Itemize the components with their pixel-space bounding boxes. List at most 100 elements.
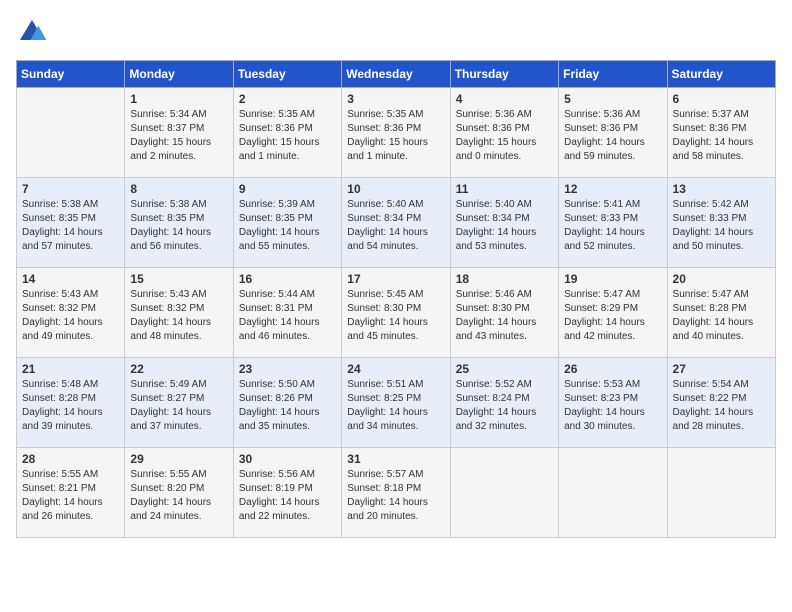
calendar-week-row: 21Sunrise: 5:48 AMSunset: 8:28 PMDayligh… xyxy=(17,358,776,448)
page-header xyxy=(16,16,776,48)
column-header-tuesday: Tuesday xyxy=(233,61,341,88)
cell-content: Sunrise: 5:49 AMSunset: 8:27 PMDaylight:… xyxy=(130,378,227,434)
cell-content: Sunrise: 5:35 AMSunset: 8:36 PMDaylight:… xyxy=(239,108,336,164)
cell-content: Sunrise: 5:57 AMSunset: 8:18 PMDaylight:… xyxy=(347,468,444,524)
column-header-friday: Friday xyxy=(559,61,667,88)
day-number: 11 xyxy=(456,182,553,196)
day-number: 19 xyxy=(564,272,661,286)
cell-content: Sunrise: 5:40 AMSunset: 8:34 PMDaylight:… xyxy=(347,198,444,254)
calendar-cell: 18 Sunrise: 5:46 AMSunset: 8:30 PMDayligh… xyxy=(450,268,558,358)
calendar-week-row: 28 Sunrise: 5:55 AMSunset: 8:21 PMDayligh… xyxy=(17,448,776,538)
column-header-monday: Monday xyxy=(125,61,233,88)
column-header-thursday: Thursday xyxy=(450,61,558,88)
calendar-cell: 21Sunrise: 5:48 AMSunset: 8:28 PMDayligh… xyxy=(17,358,125,448)
cell-content: Sunrise: 5:46 AMSunset: 8:30 PMDaylight:… xyxy=(456,288,553,344)
day-number: 14 xyxy=(22,272,119,286)
calendar-cell: 8 Sunrise: 5:38 AMSunset: 8:35 PMDaylight… xyxy=(125,178,233,268)
calendar-cell: 10 Sunrise: 5:40 AMSunset: 8:34 PMDayligh… xyxy=(342,178,450,268)
calendar-cell: 27 Sunrise: 5:54 AMSunset: 8:22 PMDayligh… xyxy=(667,358,775,448)
cell-content: Sunrise: 5:54 AMSunset: 8:22 PMDaylight:… xyxy=(673,378,770,434)
day-number: 28 xyxy=(22,452,119,466)
cell-content: Sunrise: 5:38 AMSunset: 8:35 PMDaylight:… xyxy=(22,198,119,254)
logo xyxy=(16,16,54,48)
day-number: 24 xyxy=(347,362,444,376)
cell-content: Sunrise: 5:52 AMSunset: 8:24 PMDaylight:… xyxy=(456,378,553,434)
cell-content: Sunrise: 5:40 AMSunset: 8:34 PMDaylight:… xyxy=(456,198,553,254)
calendar-cell: 4 Sunrise: 5:36 AMSunset: 8:36 PMDaylight… xyxy=(450,88,558,178)
cell-content: Sunrise: 5:53 AMSunset: 8:23 PMDaylight:… xyxy=(564,378,661,434)
calendar-header-row: SundayMondayTuesdayWednesdayThursdayFrid… xyxy=(17,61,776,88)
day-number: 1 xyxy=(130,92,227,106)
cell-content: Sunrise: 5:38 AMSunset: 8:35 PMDaylight:… xyxy=(130,198,227,254)
day-number: 16 xyxy=(239,272,336,286)
day-number: 30 xyxy=(239,452,336,466)
logo-icon xyxy=(16,16,48,48)
day-number: 29 xyxy=(130,452,227,466)
cell-content: Sunrise: 5:42 AMSunset: 8:33 PMDaylight:… xyxy=(673,198,770,254)
cell-content: Sunrise: 5:36 AMSunset: 8:36 PMDaylight:… xyxy=(456,108,553,164)
calendar-cell: 30 Sunrise: 5:56 AMSunset: 8:19 PMDayligh… xyxy=(233,448,341,538)
day-number: 26 xyxy=(564,362,661,376)
calendar-cell: 12 Sunrise: 5:41 AMSunset: 8:33 PMDayligh… xyxy=(559,178,667,268)
column-header-sunday: Sunday xyxy=(17,61,125,88)
calendar-cell: 26 Sunrise: 5:53 AMSunset: 8:23 PMDayligh… xyxy=(559,358,667,448)
calendar-cell: 7 Sunrise: 5:38 AMSunset: 8:35 PMDaylight… xyxy=(17,178,125,268)
calendar-cell: 31 Sunrise: 5:57 AMSunset: 8:18 PMDayligh… xyxy=(342,448,450,538)
calendar-cell: 16 Sunrise: 5:44 AMSunset: 8:31 PMDayligh… xyxy=(233,268,341,358)
cell-content: Sunrise: 5:43 AMSunset: 8:32 PMDaylight:… xyxy=(22,288,119,344)
calendar-cell: 25 Sunrise: 5:52 AMSunset: 8:24 PMDayligh… xyxy=(450,358,558,448)
cell-content: Sunrise: 5:35 AMSunset: 8:36 PMDaylight:… xyxy=(347,108,444,164)
calendar-cell: 11 Sunrise: 5:40 AMSunset: 8:34 PMDayligh… xyxy=(450,178,558,268)
cell-content: Sunrise: 5:45 AMSunset: 8:30 PMDaylight:… xyxy=(347,288,444,344)
day-number: 8 xyxy=(130,182,227,196)
day-number: 10 xyxy=(347,182,444,196)
cell-content: Sunrise: 5:56 AMSunset: 8:19 PMDaylight:… xyxy=(239,468,336,524)
cell-content: Sunrise: 5:41 AMSunset: 8:33 PMDaylight:… xyxy=(564,198,661,254)
calendar-cell: 28 Sunrise: 5:55 AMSunset: 8:21 PMDayligh… xyxy=(17,448,125,538)
cell-content: Sunrise: 5:55 AMSunset: 8:21 PMDaylight:… xyxy=(22,468,119,524)
day-number: 31 xyxy=(347,452,444,466)
day-number: 22 xyxy=(130,362,227,376)
day-number: 21 xyxy=(22,362,119,376)
calendar-cell: 3 Sunrise: 5:35 AMSunset: 8:36 PMDaylight… xyxy=(342,88,450,178)
calendar-cell: 2Sunrise: 5:35 AMSunset: 8:36 PMDaylight… xyxy=(233,88,341,178)
day-number: 17 xyxy=(347,272,444,286)
calendar-cell: 19 Sunrise: 5:47 AMSunset: 8:29 PMDayligh… xyxy=(559,268,667,358)
calendar-cell: 5Sunrise: 5:36 AMSunset: 8:36 PMDaylight… xyxy=(559,88,667,178)
calendar-cell xyxy=(559,448,667,538)
cell-content: Sunrise: 5:36 AMSunset: 8:36 PMDaylight:… xyxy=(564,108,661,164)
calendar-cell: 24Sunrise: 5:51 AMSunset: 8:25 PMDayligh… xyxy=(342,358,450,448)
column-header-saturday: Saturday xyxy=(667,61,775,88)
calendar-cell: 15Sunrise: 5:43 AMSunset: 8:32 PMDayligh… xyxy=(125,268,233,358)
day-number: 12 xyxy=(564,182,661,196)
day-number: 25 xyxy=(456,362,553,376)
day-number: 3 xyxy=(347,92,444,106)
calendar-week-row: 7 Sunrise: 5:38 AMSunset: 8:35 PMDaylight… xyxy=(17,178,776,268)
cell-content: Sunrise: 5:47 AMSunset: 8:29 PMDaylight:… xyxy=(564,288,661,344)
calendar-cell: 6 Sunrise: 5:37 AMSunset: 8:36 PMDaylight… xyxy=(667,88,775,178)
calendar-cell: 13 Sunrise: 5:42 AMSunset: 8:33 PMDayligh… xyxy=(667,178,775,268)
cell-content: Sunrise: 5:50 AMSunset: 8:26 PMDaylight:… xyxy=(239,378,336,434)
cell-content: Sunrise: 5:39 AMSunset: 8:35 PMDaylight:… xyxy=(239,198,336,254)
calendar-cell: 9Sunrise: 5:39 AMSunset: 8:35 PMDaylight… xyxy=(233,178,341,268)
calendar-week-row: 1 Sunrise: 5:34 AMSunset: 8:37 PMDaylight… xyxy=(17,88,776,178)
day-number: 4 xyxy=(456,92,553,106)
calendar-cell: 22 Sunrise: 5:49 AMSunset: 8:27 PMDayligh… xyxy=(125,358,233,448)
cell-content: Sunrise: 5:34 AMSunset: 8:37 PMDaylight:… xyxy=(130,108,227,164)
cell-content: Sunrise: 5:44 AMSunset: 8:31 PMDaylight:… xyxy=(239,288,336,344)
day-number: 13 xyxy=(673,182,770,196)
calendar-cell: 17 Sunrise: 5:45 AMSunset: 8:30 PMDayligh… xyxy=(342,268,450,358)
calendar-cell: 23Sunrise: 5:50 AMSunset: 8:26 PMDayligh… xyxy=(233,358,341,448)
column-header-wednesday: Wednesday xyxy=(342,61,450,88)
day-number: 6 xyxy=(673,92,770,106)
day-number: 20 xyxy=(673,272,770,286)
cell-content: Sunrise: 5:47 AMSunset: 8:28 PMDaylight:… xyxy=(673,288,770,344)
calendar-cell xyxy=(667,448,775,538)
day-number: 7 xyxy=(22,182,119,196)
day-number: 18 xyxy=(456,272,553,286)
cell-content: Sunrise: 5:37 AMSunset: 8:36 PMDaylight:… xyxy=(673,108,770,164)
calendar-week-row: 14 Sunrise: 5:43 AMSunset: 8:32 PMDayligh… xyxy=(17,268,776,358)
calendar-cell: 14 Sunrise: 5:43 AMSunset: 8:32 PMDayligh… xyxy=(17,268,125,358)
day-number: 27 xyxy=(673,362,770,376)
calendar-cell xyxy=(450,448,558,538)
